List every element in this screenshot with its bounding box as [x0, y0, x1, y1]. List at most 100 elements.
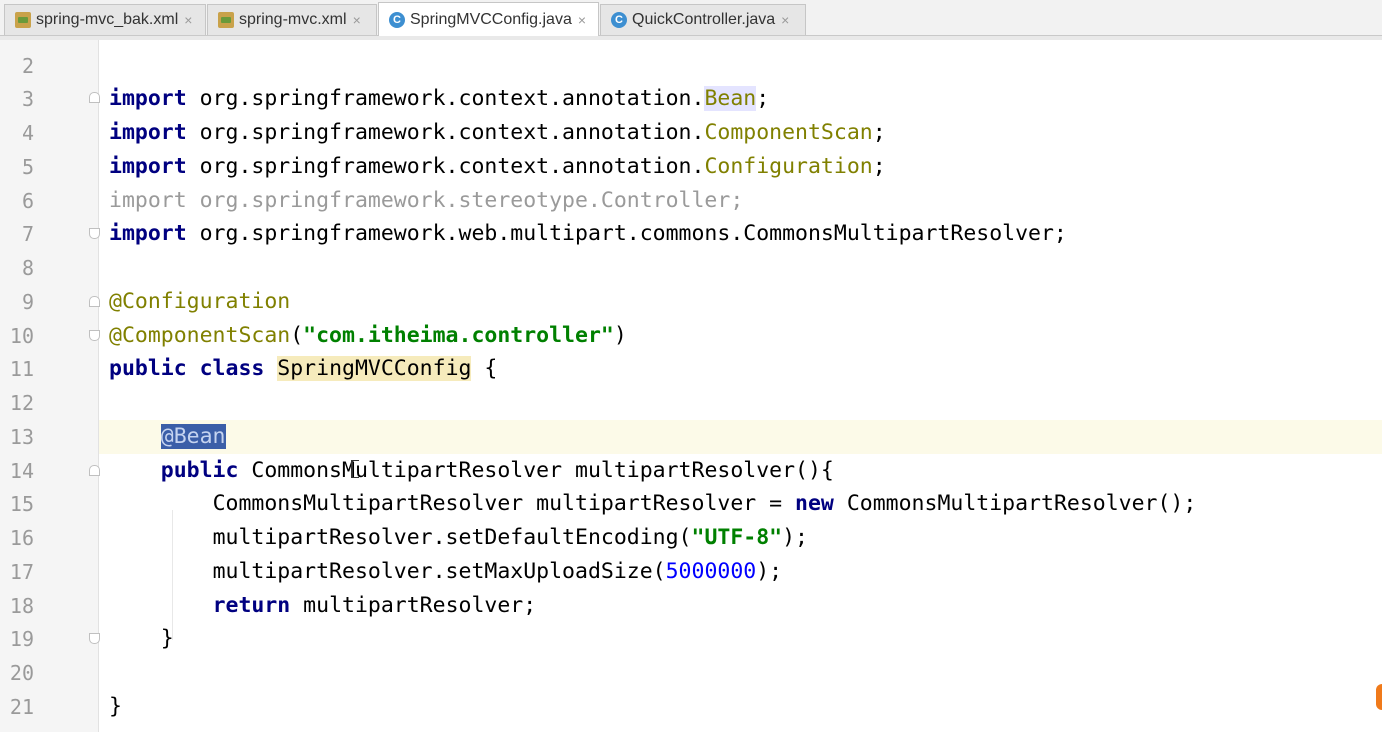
xml-file-icon — [15, 12, 31, 28]
line-number: 20 — [9, 661, 34, 685]
line-number: 12 — [9, 391, 34, 415]
code-line-18[interactable]: return multipartResolver; — [99, 589, 1382, 623]
line-number: 7 — [21, 222, 34, 246]
punctuation: ( — [290, 323, 304, 348]
code-line-16[interactable]: multipartResolver.setDefaultEncoding("UT… — [99, 521, 1382, 555]
class-file-icon: C — [389, 11, 405, 28]
line-number: 2 — [21, 54, 34, 78]
xml-file-icon — [218, 12, 234, 28]
number-literal: 5000000 — [665, 559, 757, 584]
line-number-gutter[interactable]: 2 3 4 5 6 7 8 9 10 11 12 13 14 15 16 17 … — [0, 40, 100, 732]
line-number: 21 — [9, 695, 34, 719]
keyword: import — [109, 154, 187, 179]
package-path: org.springframework.context.annotation. — [186, 154, 705, 179]
code-line-7[interactable]: import org.springframework.web.multipart… — [99, 217, 1382, 251]
code-line-15[interactable]: CommonsMultipartResolver multipartResolv… — [99, 487, 1382, 521]
punctuation: ; — [872, 120, 886, 145]
keyword: new — [795, 491, 834, 516]
line-number: 15 — [9, 492, 34, 516]
tab-spring-mvc-xml[interactable]: spring-mvc.xml × — [207, 4, 377, 35]
line-number: 16 — [9, 526, 34, 550]
close-icon[interactable]: × — [578, 12, 586, 28]
line-number: 14 — [9, 459, 34, 483]
code-text: ); — [782, 525, 808, 550]
code-text: multipartResolver.setDefaultEncoding( — [212, 525, 692, 550]
tab-label: spring-mvc.xml — [239, 11, 347, 28]
line-number: 11 — [9, 357, 34, 381]
line-number: 6 — [21, 189, 34, 213]
code-text: CommonsMultipartResolver multipartResolv… — [212, 491, 796, 516]
code-line-4[interactable]: import org.springframework.context.annot… — [99, 116, 1382, 150]
package-path: org.springframework.context.annotation. — [186, 86, 705, 111]
class-file-icon: C — [611, 12, 627, 28]
code-text: multipartResolver; — [290, 593, 537, 618]
code-line-14[interactable]: public CommonsMultipartResolver multipar… — [99, 454, 1382, 488]
line-number: 8 — [21, 256, 34, 280]
tab-spring-mvc-bak-xml[interactable]: spring-mvc_bak.xml × — [4, 4, 206, 35]
string-literal: "com.itheima.controller" — [303, 323, 614, 348]
punctuation: ) — [613, 323, 627, 348]
line-number: 13 — [9, 425, 34, 449]
imported-class: Bean — [704, 86, 757, 111]
keyword: import — [109, 86, 187, 111]
close-icon[interactable]: × — [781, 12, 789, 28]
line-number: 4 — [21, 121, 34, 145]
annotation: @ComponentScan — [109, 323, 291, 348]
tab-label: spring-mvc_bak.xml — [36, 11, 179, 28]
code-line-5[interactable]: import org.springframework.context.annot… — [99, 150, 1382, 184]
text-cursor-icon — [351, 460, 359, 478]
code-line-11[interactable]: public class SpringMVCConfig { — [99, 352, 1382, 386]
annotation: @Configuration — [109, 289, 291, 314]
line-number: 3 — [21, 87, 34, 111]
code-line-21[interactable]: } — [99, 690, 1382, 724]
code-line-13-current[interactable]: @Bean — [99, 420, 1382, 454]
selected-annotation: @Bean — [160, 424, 226, 449]
code-line-10[interactable]: @ComponentScan("com.itheima.controller") — [99, 319, 1382, 353]
imported-class: Configuration — [704, 154, 873, 179]
line-number: 9 — [21, 290, 34, 314]
keyword: import — [109, 120, 187, 145]
code-text: ); — [756, 559, 783, 584]
close-icon[interactable]: × — [353, 12, 361, 28]
tab-quickcontroller-java[interactable]: C QuickController.java × — [600, 4, 806, 35]
package-path: org.springframework.context.annotation. — [186, 120, 705, 145]
code-line-6-unused-import[interactable]: import org.springframework.stereotype.Co… — [99, 184, 1382, 218]
code-line-17[interactable]: multipartResolver.setMaxUploadSize(50000… — [99, 555, 1382, 589]
line-number: 19 — [9, 627, 34, 651]
tab-label: SpringMVCConfig.java — [410, 10, 572, 28]
keyword: public — [160, 458, 239, 483]
code-line-9[interactable]: @Configuration — [99, 285, 1382, 319]
punctuation: ; — [872, 154, 886, 179]
class-name: SpringMVCConfig — [277, 356, 472, 381]
punctuation: { — [471, 356, 498, 381]
floating-widget-icon[interactable] — [1376, 684, 1382, 710]
package-path: org.springframework.web.multipart.common… — [186, 221, 1067, 246]
code-line-3[interactable]: import org.springframework.context.annot… — [99, 82, 1382, 116]
line-number: 17 — [9, 560, 34, 584]
keyword: public class — [109, 356, 265, 381]
method-signature: CommonsMultipartResolver multipartResolv… — [238, 458, 834, 483]
close-icon[interactable]: × — [184, 12, 192, 28]
imported-class: ComponentScan — [704, 120, 873, 145]
string-literal: "UTF-8" — [691, 525, 783, 550]
tab-springmvcconfig-java[interactable]: C SpringMVCConfig.java × — [378, 2, 599, 36]
code-text: multipartResolver.setMaxUploadSize( — [212, 559, 666, 584]
code-editor[interactable]: import org.springframework.context.annot… — [99, 40, 1382, 732]
line-number: 5 — [21, 155, 34, 179]
unused-import-text: import org.springframework.stereotype.Co… — [109, 188, 744, 213]
line-number: 10 — [9, 324, 34, 348]
keyword: return — [212, 593, 291, 618]
tab-label: QuickController.java — [632, 11, 776, 28]
keyword: import — [109, 221, 187, 246]
code-text: CommonsMultipartResolver(); — [833, 491, 1197, 516]
code-line-19[interactable]: } — [99, 622, 1382, 656]
closing-brace: } — [160, 626, 174, 651]
